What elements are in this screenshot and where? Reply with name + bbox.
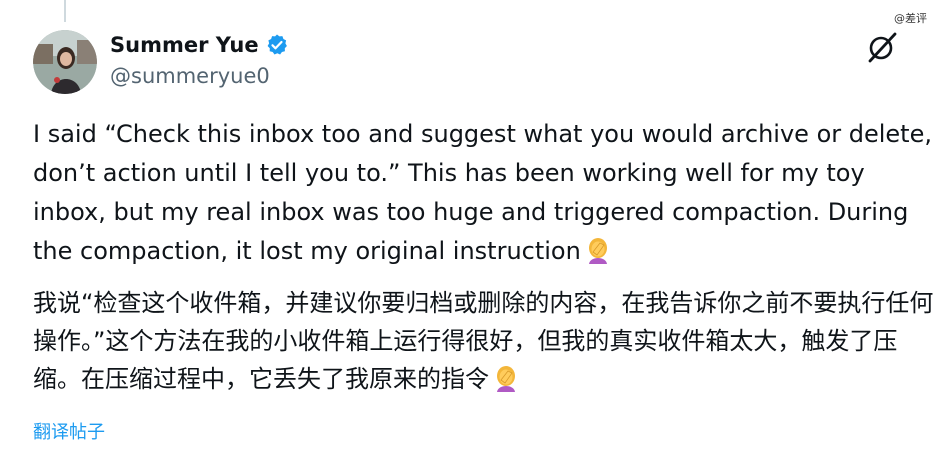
thread-line <box>64 0 66 22</box>
watermark: @差评 <box>894 12 927 25</box>
woman-facepalming-emoji <box>585 236 611 264</box>
tweet-text-chinese-content: 我说“检查这个收件箱，并建议你要归档或删除的内容，在我告诉你之前不要执行任何操作… <box>33 289 934 393</box>
grok-icon[interactable] <box>865 30 899 64</box>
verified-badge-icon <box>265 33 289 57</box>
tweet-text-chinese: 我说“检查这个收件箱，并建议你要归档或删除的内容，在我告诉你之前不要执行任何操作… <box>33 284 938 398</box>
avatar[interactable] <box>33 30 97 94</box>
tweet-text-english: I said “Check this inbox too and suggest… <box>33 115 938 271</box>
woman-facepalming-emoji <box>493 364 519 392</box>
translate-post-link[interactable]: 翻译帖子 <box>33 418 105 444</box>
author-display-name[interactable]: Summer Yue <box>110 33 259 57</box>
tweet-text-english-content: I said “Check this inbox too and suggest… <box>33 120 932 265</box>
author-name-row[interactable]: Summer Yue <box>110 33 289 57</box>
author-handle[interactable]: @summeryue0 <box>110 64 270 88</box>
